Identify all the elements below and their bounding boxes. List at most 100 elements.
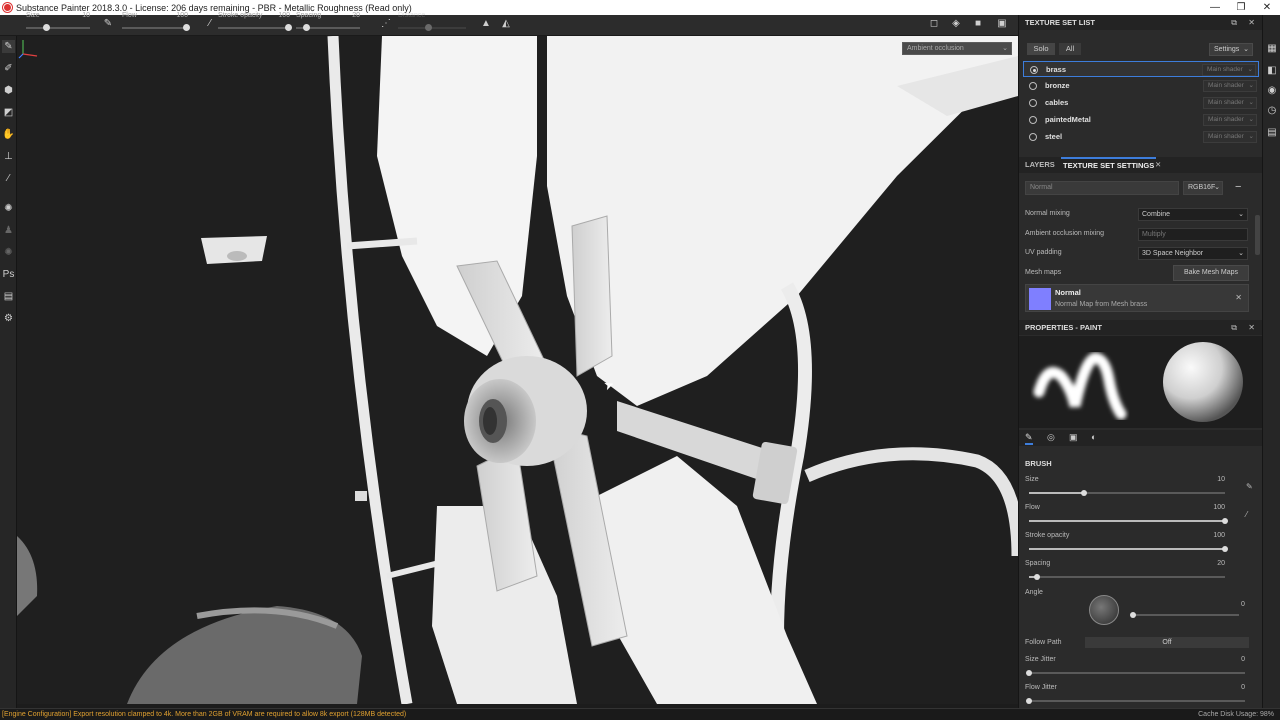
- size-jitter-slider[interactable]: Size Jitter 0: [1025, 656, 1245, 682]
- undock-icon[interactable]: ⧉: [1231, 15, 1237, 30]
- texture-set-radio[interactable]: [1029, 99, 1037, 107]
- tab-texture-set-settings[interactable]: TEXTURE SET SETTINGS: [1061, 157, 1157, 173]
- brush-size-value[interactable]: 10: [1217, 476, 1225, 483]
- close-panel-icon[interactable]: ✕: [1248, 15, 1255, 30]
- toolbar-opacity-slider[interactable]: Stroke opacity 100: [218, 12, 292, 36]
- stroke-opacity-value[interactable]: 100: [1213, 532, 1225, 539]
- eraser-icon[interactable]: ✐: [2, 62, 15, 75]
- bake-mesh-maps-button[interactable]: Bake Mesh Maps: [1173, 265, 1249, 281]
- size-pen-pressure-icon[interactable]: ✎: [1246, 482, 1253, 491]
- texture-set-row-bronze[interactable]: bronze Main shader ⌄: [1023, 78, 1259, 94]
- history-icon[interactable]: ◷: [1266, 105, 1278, 117]
- restore-button[interactable]: ❐: [1228, 0, 1254, 15]
- brush-flow-knob[interactable]: [1222, 518, 1228, 524]
- stroke-opacity-slider[interactable]: Stroke opacity 100: [1025, 532, 1245, 558]
- texture-set-settings-dropdown[interactable]: Settings ⌄: [1209, 43, 1253, 56]
- polygon-fill-icon[interactable]: ◩: [2, 106, 15, 119]
- texture-set-radio[interactable]: [1030, 66, 1038, 74]
- remove-channel-icon[interactable]: −: [1235, 181, 1241, 193]
- toolbar-opacity-knob[interactable]: [285, 24, 292, 31]
- toolbar-size-slider[interactable]: Size 10: [26, 12, 90, 36]
- shader-select[interactable]: Main shader ⌄: [1202, 64, 1256, 76]
- stroke-opacity-knob[interactable]: [1222, 546, 1228, 552]
- material-tab-icon[interactable]: ◐: [1091, 432, 1096, 442]
- shader-settings-icon[interactable]: ◉: [1266, 85, 1278, 97]
- channel-name-field[interactable]: Normal: [1025, 181, 1179, 195]
- flow-pressure-icon[interactable]: ⁄: [204, 18, 216, 30]
- 3d-viewport[interactable]: Ambient occlusion ⌄ ➤: [17, 36, 1018, 704]
- texture-set-row-paintedmetal[interactable]: paintedMetal Main shader ⌄: [1023, 112, 1259, 128]
- brush-size-slider[interactable]: Size 10: [1025, 476, 1245, 502]
- angle-knob[interactable]: [1130, 612, 1136, 618]
- settings-icon[interactable]: ⚙: [2, 312, 15, 325]
- flow-jitter-knob[interactable]: [1026, 698, 1032, 704]
- lazy-mouse-icon[interactable]: ⋰: [380, 18, 392, 30]
- texture-set-list-icon[interactable]: ▦: [1266, 43, 1278, 55]
- mesh-map-item-normal[interactable]: Normal Normal Map from Mesh brass ✕: [1025, 284, 1249, 312]
- normal-mixing-select[interactable]: Combine ⌄: [1138, 208, 1248, 221]
- brush-angle-value[interactable]: 0: [1241, 601, 1245, 608]
- minimize-button[interactable]: —: [1202, 0, 1228, 15]
- shader-select[interactable]: Main shader ⌄: [1203, 114, 1257, 126]
- stencil-tab-icon[interactable]: ▣: [1069, 432, 1078, 443]
- texture-set-row-brass[interactable]: brass Main shader ⌄: [1023, 61, 1259, 77]
- uv-padding-select[interactable]: 3D Space Neighbor ⌄: [1138, 247, 1248, 260]
- iray-icon[interactable]: ✺: [2, 246, 15, 259]
- texture-set-row-steel[interactable]: steel Main shader ⌄: [1023, 129, 1259, 145]
- clone-stamp-icon[interactable]: ⊥: [2, 150, 15, 163]
- flow-pen-pressure-icon[interactable]: ⁄: [1246, 510, 1247, 519]
- texture-set-radio[interactable]: [1029, 116, 1037, 124]
- toolbar-size-knob[interactable]: [43, 24, 50, 31]
- brush-size-knob[interactable]: [1080, 490, 1087, 496]
- alpha-tab-icon[interactable]: ◎: [1047, 432, 1055, 443]
- close-tab-icon[interactable]: ✕: [1155, 157, 1161, 173]
- brush-spacing-slider[interactable]: Spacing 20: [1025, 560, 1245, 586]
- toolbar-flow-knob[interactable]: [183, 24, 190, 31]
- close-window-button[interactable]: ✕: [1254, 0, 1280, 15]
- log-icon[interactable]: ▤: [1266, 127, 1278, 139]
- remove-mesh-map-icon[interactable]: ✕: [1235, 293, 1242, 302]
- size-jitter-knob[interactable]: [1026, 670, 1032, 676]
- angle-dial[interactable]: [1089, 595, 1119, 625]
- geometry-mask-icon[interactable]: ♟: [2, 224, 15, 237]
- symmetry-icon[interactable]: ▲: [480, 18, 492, 30]
- mirror-icon[interactable]: ◭: [500, 18, 512, 30]
- shader-select[interactable]: Main shader ⌄: [1203, 97, 1257, 109]
- undock-icon[interactable]: ⧉: [1231, 320, 1237, 335]
- shader-select[interactable]: Main shader ⌄: [1203, 131, 1257, 143]
- texture-set-radio[interactable]: [1029, 82, 1037, 90]
- angle-slider-track[interactable]: [1130, 612, 1239, 618]
- ao-mixing-select[interactable]: Multiply: [1138, 228, 1248, 241]
- brush-flow-value[interactable]: 100: [1213, 504, 1225, 511]
- photoshop-export-icon[interactable]: Ps: [2, 268, 15, 281]
- texture-set-radio[interactable]: [1029, 133, 1037, 141]
- bake-icon[interactable]: ✺: [2, 202, 15, 215]
- brush-size-icon[interactable]: ✎: [102, 18, 114, 30]
- tab-layers[interactable]: LAYERS: [1025, 157, 1055, 173]
- size-jitter-value[interactable]: 0: [1241, 656, 1245, 663]
- texture-set-row-cables[interactable]: cables Main shader ⌄: [1023, 95, 1259, 111]
- viewport-channel-select[interactable]: Ambient occlusion ⌄: [902, 42, 1012, 55]
- brush-flow-slider[interactable]: Flow 100: [1025, 504, 1245, 530]
- close-panel-icon[interactable]: ✕: [1248, 320, 1255, 335]
- display-settings-icon[interactable]: ◧: [1266, 65, 1278, 77]
- tss-scrollbar[interactable]: [1255, 215, 1260, 255]
- toolbar-flow-slider[interactable]: Flow 100: [122, 12, 190, 36]
- channel-format-select[interactable]: RGB16F ⌄: [1183, 181, 1223, 195]
- export-icon[interactable]: ▤: [2, 290, 15, 303]
- solo-toggle[interactable]: Solo: [1027, 43, 1055, 55]
- viewport-3d-icon[interactable]: ◈: [950, 18, 962, 30]
- brush-tab-icon[interactable]: ✎: [1025, 432, 1033, 445]
- toolbar-spacing-slider[interactable]: Spacing 20: [296, 12, 360, 36]
- projection-icon[interactable]: ⬢: [2, 84, 15, 97]
- brush-spacing-knob[interactable]: [1033, 574, 1040, 580]
- brush-spacing-value[interactable]: 20: [1217, 560, 1225, 567]
- all-toggle[interactable]: All: [1059, 43, 1081, 55]
- flow-jitter-value[interactable]: 0: [1241, 684, 1245, 691]
- smudge-icon[interactable]: ✋: [2, 128, 15, 141]
- follow-path-toggle[interactable]: Off: [1085, 637, 1249, 648]
- camera-icon[interactable]: ■: [972, 18, 984, 30]
- screenshot-icon[interactable]: ▣: [996, 18, 1008, 30]
- viewport-2d-icon[interactable]: ◻: [928, 18, 940, 30]
- shader-select[interactable]: Main shader ⌄: [1203, 80, 1257, 92]
